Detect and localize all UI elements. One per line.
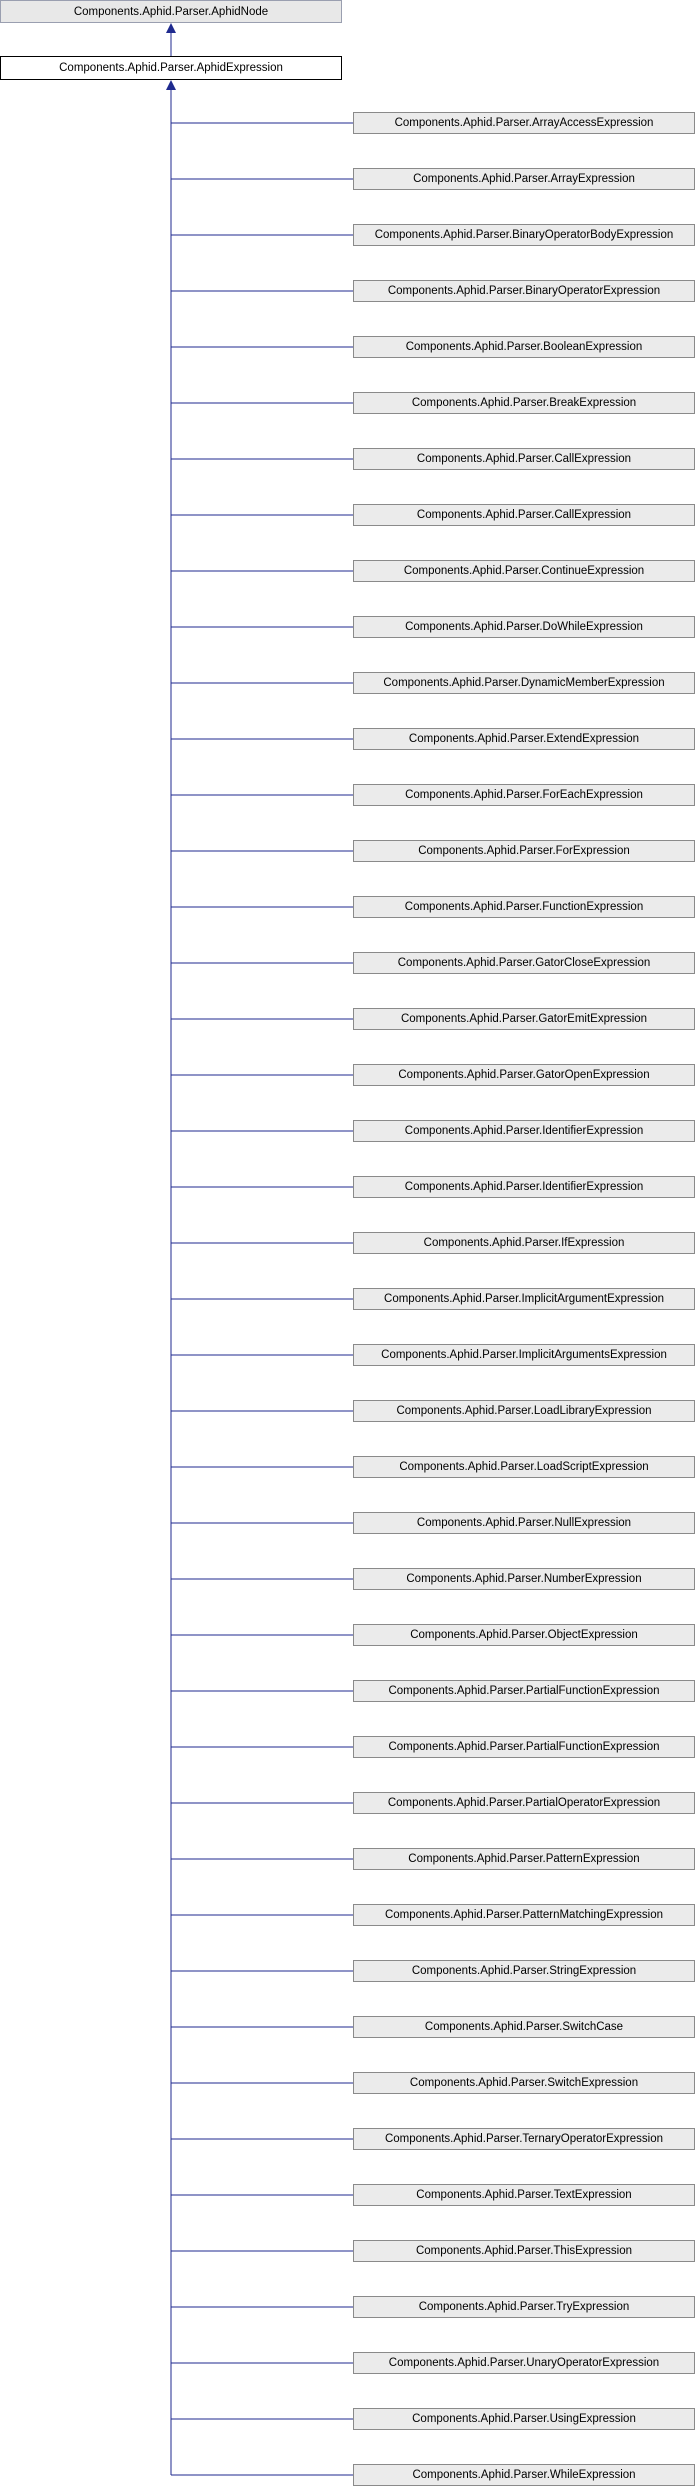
derived-class-node[interactable]: Components.Aphid.Parser.PatternExpressio…	[353, 1848, 695, 1870]
derived-class-node[interactable]: Components.Aphid.Parser.BooleanExpressio…	[353, 336, 695, 358]
derived-class-node[interactable]: Components.Aphid.Parser.BinaryOperatorBo…	[353, 224, 695, 246]
arrowhead-icon	[166, 23, 176, 33]
derived-class-node[interactable]: Components.Aphid.Parser.PatternMatchingE…	[353, 1904, 695, 1926]
derived-class-node[interactable]: Components.Aphid.Parser.GatorCloseExpres…	[353, 952, 695, 974]
derived-class-node[interactable]: Components.Aphid.Parser.ForExpression	[353, 840, 695, 862]
derived-class-node[interactable]: Components.Aphid.Parser.ArrayExpression	[353, 168, 695, 190]
derived-class-node[interactable]: Components.Aphid.Parser.SwitchCase	[353, 2016, 695, 2038]
derived-class-node[interactable]: Components.Aphid.Parser.IdentifierExpres…	[353, 1120, 695, 1142]
derived-class-node[interactable]: Components.Aphid.Parser.WhileExpression	[353, 2464, 695, 2486]
derived-class-node[interactable]: Components.Aphid.Parser.NumberExpression	[353, 1568, 695, 1590]
derived-class-node[interactable]: Components.Aphid.Parser.ContinueExpressi…	[353, 560, 695, 582]
derived-class-node[interactable]: Components.Aphid.Parser.PartialOperatorE…	[353, 1792, 695, 1814]
derived-class-node[interactable]: Components.Aphid.Parser.TextExpression	[353, 2184, 695, 2206]
derived-class-node[interactable]: Components.Aphid.Parser.CallExpression	[353, 448, 695, 470]
derived-class-node[interactable]: Components.Aphid.Parser.LoadLibraryExpre…	[353, 1400, 695, 1422]
self-class-node: Components.Aphid.Parser.AphidExpression	[0, 56, 342, 80]
derived-class-node[interactable]: Components.Aphid.Parser.ForEachExpressio…	[353, 784, 695, 806]
derived-class-node[interactable]: Components.Aphid.Parser.UsingExpression	[353, 2408, 695, 2430]
derived-class-node[interactable]: Components.Aphid.Parser.TryExpression	[353, 2296, 695, 2318]
arrowhead-icon	[166, 80, 176, 90]
derived-class-node[interactable]: Components.Aphid.Parser.CallExpression	[353, 504, 695, 526]
derived-class-node[interactable]: Components.Aphid.Parser.DoWhileExpressio…	[353, 616, 695, 638]
derived-class-node[interactable]: Components.Aphid.Parser.PartialFunctionE…	[353, 1680, 695, 1702]
base-class-node[interactable]: Components.Aphid.Parser.AphidNode	[0, 0, 342, 23]
derived-class-node[interactable]: Components.Aphid.Parser.ObjectExpression	[353, 1624, 695, 1646]
derived-class-node[interactable]: Components.Aphid.Parser.ArrayAccessExpre…	[353, 112, 695, 134]
derived-class-node[interactable]: Components.Aphid.Parser.BinaryOperatorEx…	[353, 280, 695, 302]
derived-class-node[interactable]: Components.Aphid.Parser.UnaryOperatorExp…	[353, 2352, 695, 2374]
derived-class-node[interactable]: Components.Aphid.Parser.NullExpression	[353, 1512, 695, 1534]
derived-class-node[interactable]: Components.Aphid.Parser.SwitchExpression	[353, 2072, 695, 2094]
derived-class-node[interactable]: Components.Aphid.Parser.LoadScriptExpres…	[353, 1456, 695, 1478]
derived-class-node[interactable]: Components.Aphid.Parser.ThisExpression	[353, 2240, 695, 2262]
derived-class-node[interactable]: Components.Aphid.Parser.ExtendExpression	[353, 728, 695, 750]
derived-class-node[interactable]: Components.Aphid.Parser.BreakExpression	[353, 392, 695, 414]
derived-class-node[interactable]: Components.Aphid.Parser.IdentifierExpres…	[353, 1176, 695, 1198]
derived-class-node[interactable]: Components.Aphid.Parser.ImplicitArgument…	[353, 1288, 695, 1310]
derived-class-node[interactable]: Components.Aphid.Parser.GatorOpenExpress…	[353, 1064, 695, 1086]
derived-class-node[interactable]: Components.Aphid.Parser.PartialFunctionE…	[353, 1736, 695, 1758]
derived-class-node[interactable]: Components.Aphid.Parser.ImplicitArgument…	[353, 1344, 695, 1366]
derived-class-node[interactable]: Components.Aphid.Parser.DynamicMemberExp…	[353, 672, 695, 694]
derived-class-node[interactable]: Components.Aphid.Parser.StringExpression	[353, 1960, 695, 1982]
inheritance-diagram: Components.Aphid.Parser.AphidNode Compon…	[0, 0, 696, 2488]
derived-class-node[interactable]: Components.Aphid.Parser.IfExpression	[353, 1232, 695, 1254]
derived-class-node[interactable]: Components.Aphid.Parser.GatorEmitExpress…	[353, 1008, 695, 1030]
derived-class-node[interactable]: Components.Aphid.Parser.FunctionExpressi…	[353, 896, 695, 918]
derived-class-node[interactable]: Components.Aphid.Parser.TernaryOperatorE…	[353, 2128, 695, 2150]
